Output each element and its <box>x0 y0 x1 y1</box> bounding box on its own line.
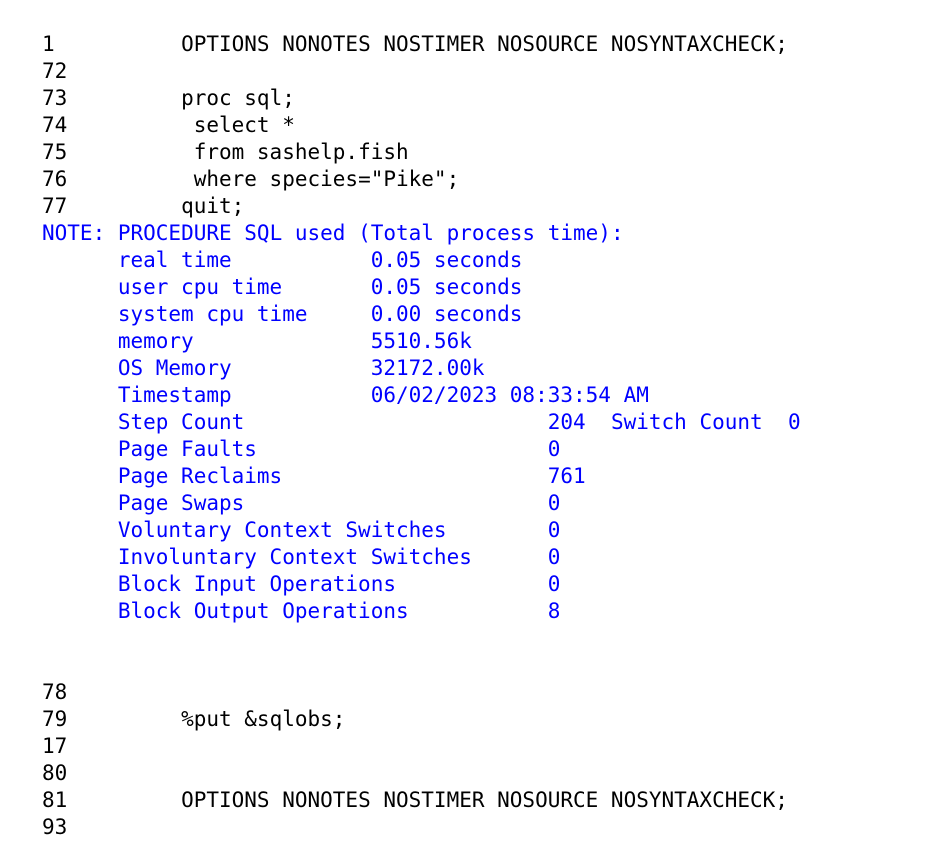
metric-label: memory <box>117 329 194 353</box>
log-line: 1 OPTIONS NONOTES NOSTIMER NOSOURCE NOSYN… <box>42 31 922 58</box>
metric-value: 761 <box>547 464 586 488</box>
metric-label: real time <box>117 248 232 272</box>
log-line: 81 OPTIONS NONOTES NOSTIMER NOSOURCE NOSY… <box>42 787 922 814</box>
log-line: real time 0.05 seconds <box>42 247 922 274</box>
metric-label: system cpu time <box>117 302 308 326</box>
log-line: Block Input Operations 0 <box>42 571 922 598</box>
log-line: system cpu time 0.00 seconds <box>42 301 922 328</box>
line-number: 81 <box>42 788 68 812</box>
metric-value: 204 <box>547 410 586 434</box>
metric-label: Switch Count <box>610 410 763 434</box>
metric-label: Step Count <box>117 410 245 434</box>
line-number: 93 <box>42 815 68 839</box>
log-line: 93 <box>42 814 922 841</box>
code-text: proc sql; <box>181 86 295 110</box>
log-line: Step Count 204 Switch Count 0 <box>42 409 922 436</box>
code-text: OPTIONS NONOTES NOSTIMER NOSOURCE NOSYNT… <box>181 32 788 56</box>
metric-value: 0 <box>547 518 561 542</box>
metric-label: OS Memory <box>117 356 232 380</box>
metric-value: 0.05 seconds <box>370 248 523 272</box>
sas-log: 1 OPTIONS NONOTES NOSTIMER NOSOURCE NOSYN… <box>42 31 922 841</box>
metric-value: 32172.00k <box>370 356 485 380</box>
line-number: 73 <box>42 86 68 110</box>
log-line: 74 select * <box>42 112 922 139</box>
line-number: 76 <box>42 167 68 191</box>
metric-value: 8 <box>547 599 561 623</box>
line-number: 80 <box>42 761 68 785</box>
log-line: 75 from sashelp.fish <box>42 139 922 166</box>
line-number: 78 <box>42 680 68 704</box>
line-number: 72 <box>42 59 68 83</box>
metric-label: user cpu time <box>117 275 283 299</box>
line-number: 77 <box>42 194 68 218</box>
line-number: 17 <box>42 734 68 758</box>
log-line: Page Swaps 0 <box>42 490 922 517</box>
metric-value: 0.00 seconds <box>370 302 523 326</box>
log-line: 17 <box>42 733 922 760</box>
log-line: Block Output Operations 8 <box>42 598 922 625</box>
code-text: select * <box>193 113 295 137</box>
log-line: memory 5510.56k <box>42 328 922 355</box>
log-line: user cpu time 0.05 seconds <box>42 274 922 301</box>
note-header: NOTE: PROCEDURE SQL used (Total process … <box>42 221 624 245</box>
metric-value: 0 <box>547 491 561 515</box>
line-number: 75 <box>42 140 68 164</box>
metric-value: 0 <box>547 545 561 569</box>
line-number: 74 <box>42 113 68 137</box>
log-line: Voluntary Context Switches 0 <box>42 517 922 544</box>
metric-label: Page Reclaims <box>117 464 283 488</box>
code-text: where species="Pike"; <box>193 167 460 191</box>
metric-label: Timestamp <box>117 383 232 407</box>
log-line: Involuntary Context Switches 0 <box>42 544 922 571</box>
log-line: Page Reclaims 761 <box>42 463 922 490</box>
log-line: 78 <box>42 679 922 706</box>
metric-label: Involuntary Context Switches <box>117 545 472 569</box>
metric-label: Block Output Operations <box>117 599 409 623</box>
metric-value: 06/02/2023 08:33:54 AM <box>370 383 649 407</box>
code-text: OPTIONS NONOTES NOSTIMER NOSOURCE NOSYNT… <box>181 788 788 812</box>
log-line: Page Faults 0 <box>42 436 922 463</box>
metric-label: Page Swaps <box>117 491 245 515</box>
metric-value: 0 <box>547 437 561 461</box>
log-line: Timestamp 06/02/2023 08:33:54 AM <box>42 382 922 409</box>
metric-value: 0 <box>547 572 561 596</box>
code-text: from sashelp.fish <box>193 140 409 164</box>
code-text: quit; <box>181 194 245 218</box>
log-line: 76 where species="Pike"; <box>42 166 922 193</box>
log-line: 80 <box>42 760 922 787</box>
metric-label: Voluntary Context Switches <box>117 518 447 542</box>
metric-label: Page Faults <box>117 437 257 461</box>
metric-value: 5510.56k <box>370 329 472 353</box>
code-text: %put &sqlobs; <box>181 707 346 731</box>
log-line: 77 quit; <box>42 193 922 220</box>
log-line: OS Memory 32172.00k <box>42 355 922 382</box>
line-number: 79 <box>42 707 68 731</box>
metric-value: 0 <box>787 410 801 434</box>
log-line: 72 <box>42 58 922 85</box>
line-number: 1 <box>42 32 55 56</box>
log-line: 73 proc sql; <box>42 85 922 112</box>
log-line: NOTE: PROCEDURE SQL used (Total process … <box>42 220 922 247</box>
metric-value: 0.05 seconds <box>370 275 523 299</box>
log-line: 79 %put &sqlobs; <box>42 706 922 733</box>
metric-label: Block Input Operations <box>117 572 396 596</box>
